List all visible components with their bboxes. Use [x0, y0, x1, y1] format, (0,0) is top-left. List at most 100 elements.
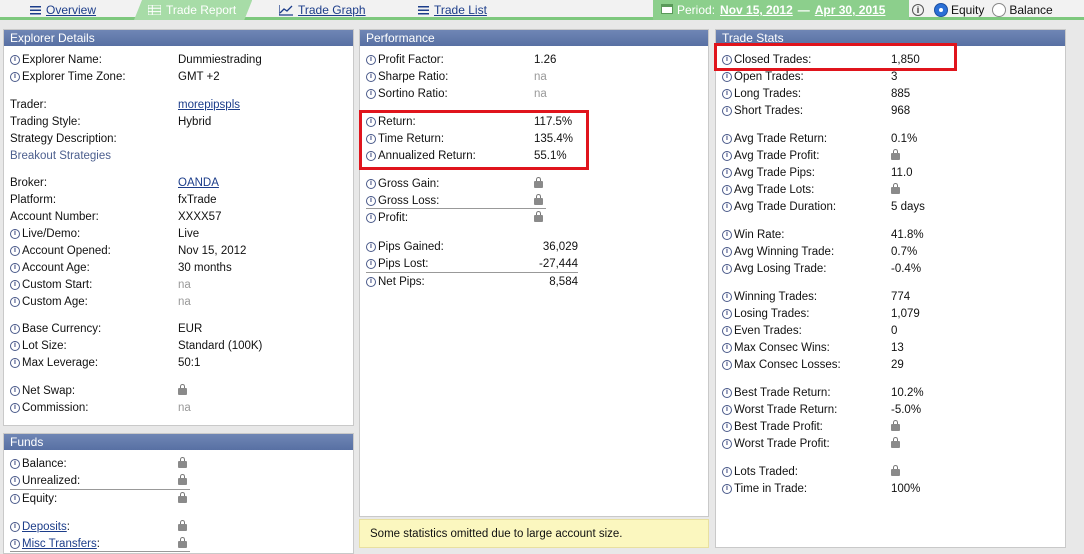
stat-label-text: Platform:: [10, 193, 57, 206]
info-icon[interactable]: i: [10, 340, 20, 351]
info-icon[interactable]: i: [10, 521, 20, 532]
tab-trade-graph[interactable]: Trade Graph: [279, 0, 366, 20]
info-icon[interactable]: i: [10, 538, 20, 549]
tab-trade-list[interactable]: Trade List: [418, 0, 487, 20]
info-icon[interactable]: i: [722, 229, 732, 240]
lock-icon: [534, 177, 543, 188]
list-icon: [30, 5, 41, 15]
stat-label: Trader:: [10, 99, 47, 111]
info-icon[interactable]: i: [366, 133, 376, 144]
explorer-row-custom-start: i Custom Start: na: [10, 276, 191, 293]
info-icon[interactable]: i: [722, 88, 732, 99]
info-icon[interactable]: i: [722, 483, 732, 494]
funds-link[interactable]: Misc Transfers: [22, 538, 97, 550]
info-icon[interactable]: i: [722, 342, 732, 353]
stat-label-suffix: :: [66, 520, 70, 533]
info-icon[interactable]: i: [366, 212, 376, 223]
stat-label: i Open Trades:: [722, 71, 804, 83]
info-icon[interactable]: i: [722, 291, 732, 302]
info-icon[interactable]: i: [10, 357, 20, 368]
info-icon[interactable]: i: [10, 228, 20, 239]
info-icon[interactable]: i: [366, 150, 376, 161]
info-icon[interactable]: i: [722, 150, 732, 161]
info-icon[interactable]: i: [722, 54, 732, 65]
tab-trade-report[interactable]: Trade Report: [134, 0, 252, 20]
lock-icon: [891, 465, 900, 476]
info-icon[interactable]: i: [10, 458, 20, 469]
info-icon[interactable]: i: [912, 4, 924, 16]
balance-radio[interactable]: [992, 3, 1007, 17]
info-icon[interactable]: i: [366, 276, 376, 287]
info-icon[interactable]: i: [10, 262, 20, 273]
info-icon[interactable]: i: [10, 493, 20, 504]
info-icon[interactable]: i: [722, 387, 732, 398]
info-icon[interactable]: i: [366, 116, 376, 127]
info-icon[interactable]: i: [722, 71, 732, 82]
stat-label-text: Winning Trades:: [734, 290, 818, 303]
info-icon[interactable]: i: [722, 167, 732, 178]
info-icon[interactable]: i: [10, 279, 20, 290]
perf-row-sortino-ratio: i Sortino Ratio: na: [366, 85, 578, 102]
info-icon[interactable]: i: [10, 296, 20, 307]
stat-label-text: Sortino Ratio:: [378, 87, 448, 100]
perf-row-pips-gained: i Pips Gained: 36,029: [366, 238, 578, 255]
period-end[interactable]: Apr 30, 2015: [815, 3, 886, 17]
stat-label-text: Breakout Strategies: [10, 149, 112, 162]
info-icon[interactable]: i: [10, 245, 20, 256]
info-icon[interactable]: i: [722, 466, 732, 477]
info-icon[interactable]: i: [10, 54, 20, 65]
info-icon[interactable]: i: [722, 421, 732, 432]
explorer-row-live-demo: i Live/Demo: Live: [10, 225, 199, 242]
lock-icon: [178, 537, 187, 548]
info-icon[interactable]: i: [722, 246, 732, 257]
stat-link[interactable]: OANDA: [178, 177, 219, 189]
tab-label: Trade List: [434, 3, 487, 17]
stat-label-text: Trader:: [10, 98, 47, 111]
stat-value: 29: [891, 358, 904, 371]
stat-value: 5 days: [891, 200, 925, 213]
info-icon[interactable]: i: [722, 201, 732, 212]
stats-row-worst-trade-profit: i Worst Trade Profit:: [722, 435, 900, 452]
info-icon[interactable]: i: [366, 178, 376, 189]
info-icon[interactable]: i: [366, 88, 376, 99]
info-icon[interactable]: i: [722, 263, 732, 274]
info-icon[interactable]: i: [722, 438, 732, 449]
stat-label-text: Unrealized:: [22, 474, 81, 487]
equity-radio[interactable]: [934, 3, 948, 17]
info-icon[interactable]: i: [722, 308, 732, 319]
stat-label-text: Strategy Description:: [10, 132, 117, 145]
period-selector[interactable]: Period: Nov 15, 2012 — Apr 30, 2015: [653, 0, 909, 20]
info-icon[interactable]: i: [366, 258, 376, 269]
stat-value: 1.26: [534, 53, 557, 66]
info-icon[interactable]: i: [722, 359, 732, 370]
stat-link[interactable]: morepipspls: [178, 99, 240, 111]
info-icon[interactable]: i: [722, 133, 732, 144]
info-icon[interactable]: i: [722, 184, 732, 195]
stat-label: i Explorer Time Zone:: [10, 71, 126, 83]
explorer-row-max-leverage: i Max Leverage: 50:1: [10, 354, 200, 371]
period-start[interactable]: Nov 15, 2012: [720, 3, 793, 17]
info-icon[interactable]: i: [722, 404, 732, 415]
funds-link[interactable]: Deposits: [22, 521, 67, 533]
stat-value: 885: [891, 87, 911, 100]
lock-icon: [534, 194, 543, 205]
info-icon[interactable]: i: [722, 105, 732, 116]
info-icon[interactable]: i: [366, 241, 376, 252]
period-label: Period:: [677, 3, 716, 17]
stat-label-suffix: :: [96, 537, 100, 550]
lock-icon: [178, 492, 187, 503]
info-icon[interactable]: i: [366, 71, 376, 82]
info-icon[interactable]: i: [366, 195, 376, 206]
info-icon[interactable]: i: [10, 385, 20, 396]
info-icon[interactable]: i: [10, 71, 20, 82]
stat-label: i Base Currency:: [10, 323, 101, 335]
stat-label: i Sortino Ratio:: [366, 88, 448, 100]
info-icon[interactable]: i: [10, 402, 20, 413]
tab-overview[interactable]: Overview: [30, 0, 96, 20]
info-icon[interactable]: i: [10, 323, 20, 334]
lock-icon: [178, 520, 187, 531]
stats-row-lots-traded: i Lots Traded:: [722, 463, 900, 480]
info-icon[interactable]: i: [722, 325, 732, 336]
info-icon[interactable]: i: [10, 475, 20, 486]
info-icon[interactable]: i: [366, 54, 376, 65]
